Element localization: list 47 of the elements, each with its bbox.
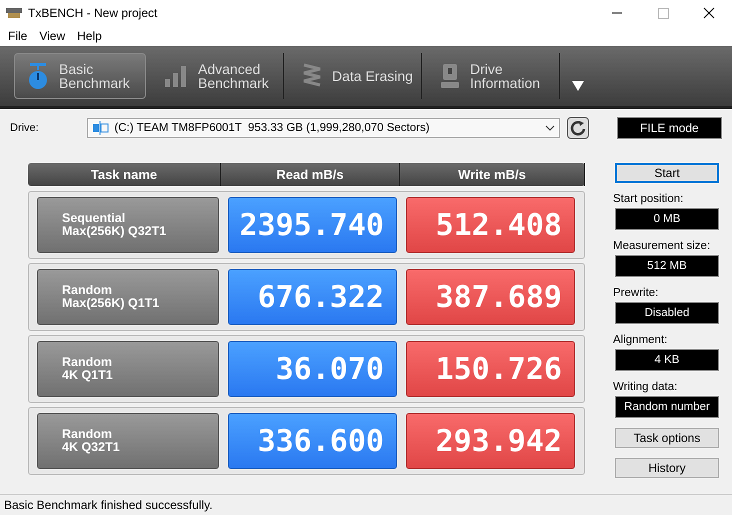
write-value: 150.726: [406, 341, 575, 397]
start-button[interactable]: Start: [615, 163, 719, 183]
read-value: 36.070: [228, 341, 397, 397]
read-value: 676.322: [228, 269, 397, 325]
setting-label: Measurement size:: [613, 240, 712, 252]
setting-value[interactable]: 512 MB: [615, 255, 719, 277]
column-header: Task name: [28, 163, 221, 186]
chevron-down-icon[interactable]: [544, 125, 555, 131]
refresh-button[interactable]: [566, 117, 589, 139]
setting-label: Prewrite:: [613, 287, 660, 299]
write-value: 512.408: [406, 197, 575, 253]
setting-value[interactable]: 0 MB: [615, 208, 719, 230]
spring-icon: [302, 63, 322, 89]
toolbar-tab[interactable]: Advanced Benchmark: [152, 53, 284, 99]
side-button[interactable]: Task options: [615, 428, 719, 448]
menu-item[interactable]: File: [2, 29, 34, 43]
read-value: 2395.740: [228, 197, 397, 253]
drive-dropdown[interactable]: (C:) TEAM TM8FP6001T 953.33 GB (1,999,280,070 Sectors): [87, 118, 560, 138]
setting-label: Alignment:: [613, 334, 668, 346]
task-button[interactable]: Sequential Max(256K) Q32T1: [37, 197, 219, 253]
task-button[interactable]: Random 4K Q1T1: [37, 341, 219, 397]
task-button[interactable]: Random 4K Q32T1: [37, 413, 219, 469]
stopwatch-icon: [27, 62, 49, 90]
menu-item[interactable]: Help: [71, 29, 108, 43]
toolbar-tab[interactable]: Basic Benchmark: [14, 53, 146, 99]
side-button[interactable]: History: [615, 458, 719, 478]
read-value: 336.600: [228, 413, 397, 469]
toolbar-tab[interactable]: Data Erasing: [290, 53, 422, 99]
write-value: 293.942: [406, 413, 575, 469]
setting-value[interactable]: 4 KB: [615, 349, 719, 371]
write-value: 387.689: [406, 269, 575, 325]
task-button[interactable]: Random Max(256K) Q1T1: [37, 269, 219, 325]
status-text: Basic Benchmark finished successfully.: [4, 498, 213, 512]
setting-value[interactable]: Disabled: [615, 302, 719, 324]
window-title: TxBENCH - New project: [28, 6, 158, 20]
bar-chart-icon: [164, 65, 188, 87]
dropdown-arrow-icon[interactable]: [572, 81, 584, 91]
mode-indicator: FILE mode: [616, 117, 722, 139]
drive-label: Drive:: [10, 122, 40, 134]
column-header: Write mB/s: [400, 163, 585, 186]
setting-label: Writing data:: [613, 381, 678, 393]
app-icon: [6, 7, 22, 19]
setting-label: Start position:: [613, 193, 684, 205]
column-header: Read mB/s: [221, 163, 400, 186]
menu-item[interactable]: View: [33, 29, 72, 43]
setting-value[interactable]: Random number: [615, 396, 719, 418]
toolbar-tab[interactable]: Drive Information: [428, 53, 560, 99]
